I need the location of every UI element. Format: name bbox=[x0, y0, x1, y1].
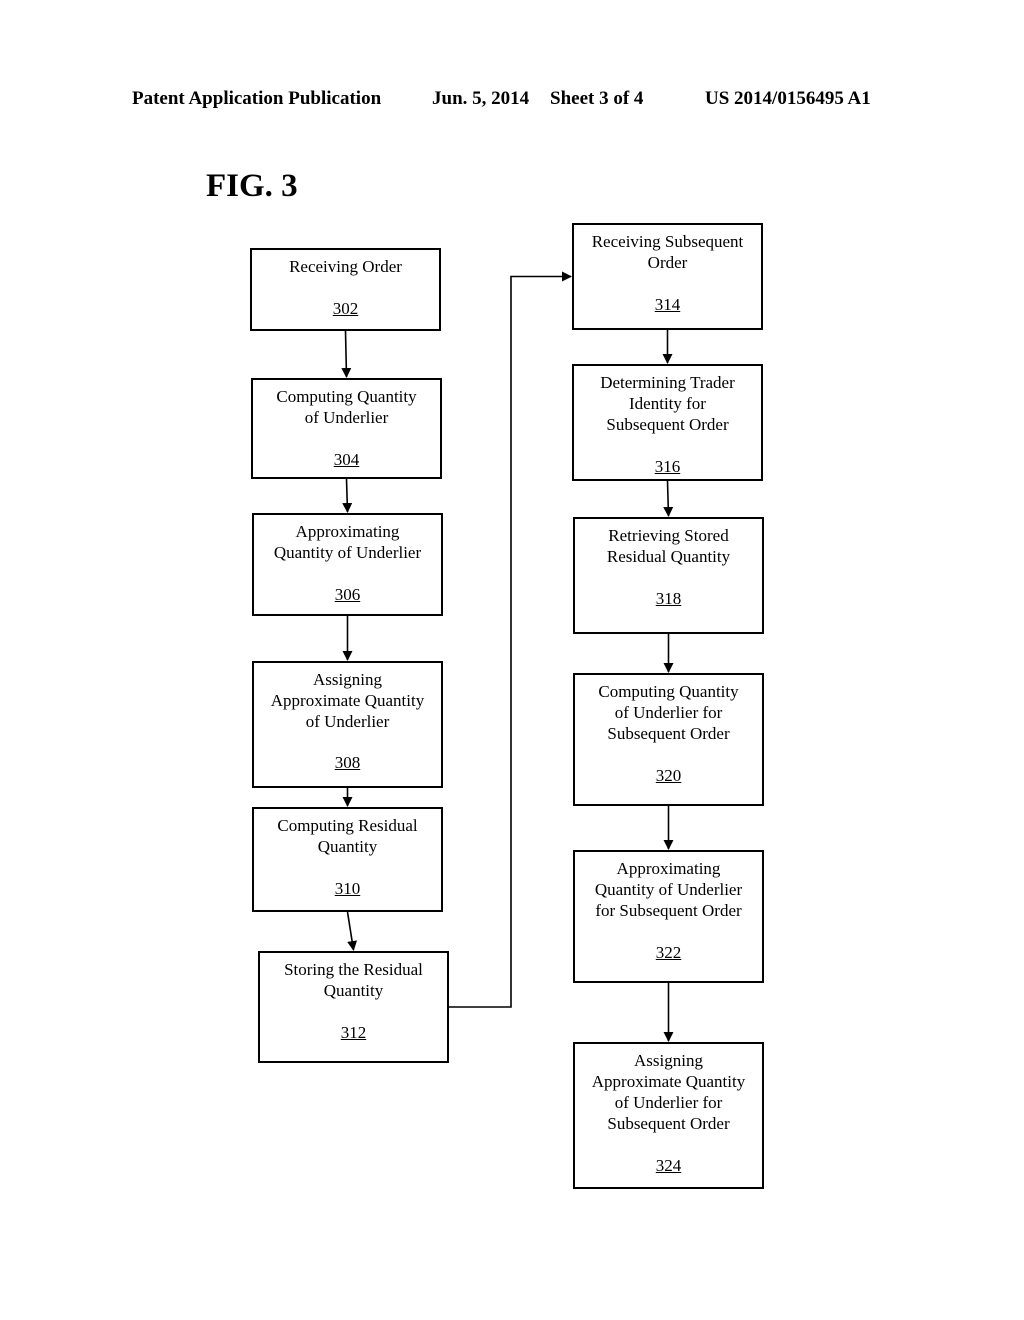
step-label: Computing Residual Quantity bbox=[277, 816, 418, 856]
step-ref: 308 bbox=[334, 753, 361, 772]
step-label: Receiving Order bbox=[289, 257, 402, 276]
step-ref: 320 bbox=[655, 766, 682, 785]
step-box-302: Receiving Order 302 bbox=[250, 248, 441, 331]
step-ref: 306 bbox=[334, 585, 361, 604]
step-label: Approximating Quantity of Underlier bbox=[273, 522, 422, 562]
step-ref: 312 bbox=[340, 1023, 367, 1042]
step-ref: 304 bbox=[333, 450, 360, 469]
step-ref: 324 bbox=[655, 1156, 682, 1175]
flow-arrow-316-318 bbox=[663, 480, 674, 517]
flow-arrow-310-312 bbox=[346, 911, 358, 951]
step-box-320: Computing Quantity of Underlier for Subs… bbox=[573, 673, 764, 806]
step-box-308: Assigning Approximate Quantity of Underl… bbox=[252, 661, 443, 788]
step-label: Assigning Approximate Quantity of Underl… bbox=[591, 1051, 746, 1133]
step-box-324: Assigning Approximate Quantity of Underl… bbox=[573, 1042, 764, 1189]
step-ref: 322 bbox=[655, 943, 682, 962]
flow-connectors bbox=[341, 271, 674, 1042]
step-label: Receiving Subsequent Order bbox=[591, 232, 744, 272]
step-box-306: Approximating Quantity of Underlier 306 bbox=[252, 513, 443, 616]
step-box-314: Receiving Subsequent Order 314 bbox=[572, 223, 763, 330]
step-box-312: Storing the Residual Quantity 312 bbox=[258, 951, 449, 1063]
step-box-304: Computing Quantity of Underlier 304 bbox=[251, 378, 442, 479]
step-label: Approximating Quantity of Underlier for … bbox=[594, 859, 743, 920]
step-label: Computing Quantity of Underlier for Subs… bbox=[598, 682, 739, 743]
step-label: Retrieving Stored Residual Quantity bbox=[606, 526, 731, 566]
step-ref: 302 bbox=[332, 299, 359, 318]
step-label: Computing Quantity of Underlier bbox=[276, 387, 417, 427]
step-label: Storing the Residual Quantity bbox=[284, 960, 423, 1000]
step-box-310: Computing Residual Quantity 310 bbox=[252, 807, 443, 912]
step-ref: 314 bbox=[654, 295, 681, 314]
step-ref: 318 bbox=[655, 589, 682, 608]
step-box-316: Determining Trader Identity for Subseque… bbox=[572, 364, 763, 481]
flow-arrow-302-304 bbox=[341, 330, 352, 378]
step-label: Assigning Approximate Quantity of Underl… bbox=[270, 670, 425, 731]
flow-arrow-312-314 bbox=[449, 271, 572, 1008]
step-ref: 316 bbox=[654, 457, 681, 476]
step-ref: 310 bbox=[334, 879, 361, 898]
flow-arrow-304-306 bbox=[342, 478, 353, 513]
step-box-322: Approximating Quantity of Underlier for … bbox=[573, 850, 764, 983]
step-box-318: Retrieving Stored Residual Quantity 318 bbox=[573, 517, 764, 634]
step-label: Determining Trader Identity for Subseque… bbox=[600, 373, 735, 434]
